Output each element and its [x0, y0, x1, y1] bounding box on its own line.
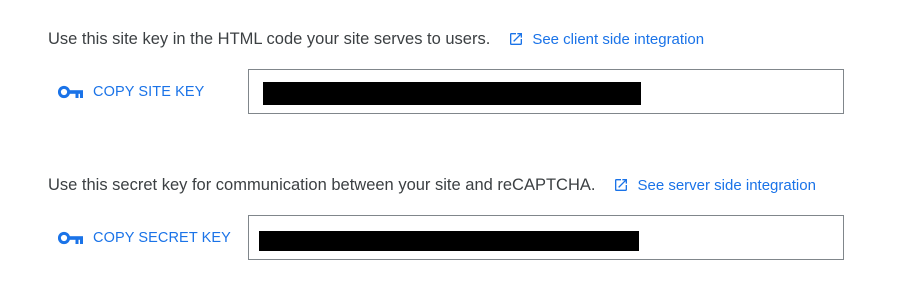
key-icon [58, 85, 83, 99]
open-in-new-icon [615, 179, 628, 191]
site-key-section: Use this site key in the HTML code your … [48, 26, 878, 117]
copy-secret-key-label: COPY SECRET KEY [93, 230, 231, 246]
copy-secret-key-button[interactable]: COPY SECRET KEY [58, 225, 231, 251]
site-key-description: Use this site key in the HTML code your … [48, 29, 491, 48]
key-icon [58, 231, 83, 245]
secret-key-redaction [259, 231, 639, 251]
site-key-redaction [263, 82, 641, 105]
client-side-integration-label: See client side integration [532, 30, 705, 48]
copy-site-key-label: COPY SITE KEY [93, 84, 205, 100]
server-side-integration-link[interactable]: See server side integration [613, 176, 816, 194]
secret-key-section: Use this secret key for communication be… [48, 172, 878, 263]
secret-key-description-row: Use this secret key for communication be… [48, 172, 878, 198]
open-in-new-icon [510, 33, 523, 45]
site-key-field[interactable] [248, 69, 844, 114]
site-key-description-row: Use this site key in the HTML code your … [48, 26, 878, 52]
copy-site-key-button[interactable]: COPY SITE KEY [58, 79, 204, 105]
server-side-integration-label: See server side integration [637, 176, 816, 194]
secret-key-description: Use this secret key for communication be… [48, 175, 596, 194]
secret-key-row: COPY SECRET KEY [48, 215, 878, 263]
secret-key-field[interactable] [248, 215, 844, 260]
client-side-integration-link[interactable]: See client side integration [508, 31, 704, 48]
site-key-row: COPY SITE KEY [48, 69, 878, 117]
